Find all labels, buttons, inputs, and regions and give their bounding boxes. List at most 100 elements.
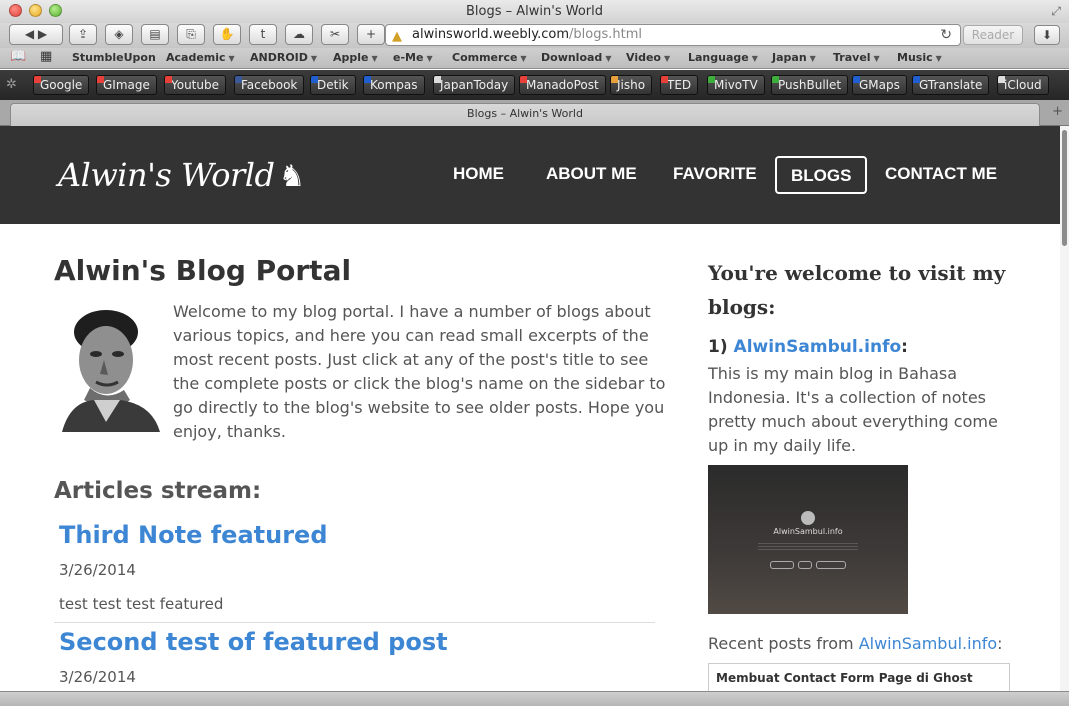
fullscreen-icon[interactable]: ⤢ xyxy=(1051,4,1061,19)
new-tab-plus-icon[interactable]: + xyxy=(357,24,385,45)
thumbnail-social-icons xyxy=(816,561,846,569)
top-sites-icon[interactable]: ▦ xyxy=(40,49,52,64)
extension-bar: ✲ Google GImage Youtube Facebook Detik K… xyxy=(0,70,1069,100)
ext-youtube[interactable]: Youtube xyxy=(164,75,226,95)
extension-icon-4[interactable]: ✋ xyxy=(213,24,241,45)
bookmark-e-me[interactable]: e-Me ▼ xyxy=(393,51,433,64)
bookmark-stumbleupon[interactable]: StumbleUpon xyxy=(72,51,156,64)
chevron-down-icon: ▼ xyxy=(873,54,880,63)
recent-blog-link[interactable]: AlwinSambul.info xyxy=(859,634,997,653)
intro-paragraph: Welcome to my blog portal. I have a numb… xyxy=(173,302,666,441)
post-title-link[interactable]: Third Note featured xyxy=(59,521,328,549)
thumbnail-text-lines xyxy=(758,543,858,551)
bookmark-label: ANDROID xyxy=(250,51,308,64)
ext-google[interactable]: Google xyxy=(33,75,90,95)
recent-prefix: Recent posts from xyxy=(708,634,854,653)
nav-blogs[interactable]: BLOGS xyxy=(775,156,868,194)
ext-facebook[interactable]: Facebook xyxy=(234,75,305,95)
new-tab-plus-icon[interactable]: + xyxy=(1052,104,1063,119)
tumblr-icon[interactable]: t xyxy=(249,24,277,45)
bookmark-download[interactable]: Download ▼ xyxy=(541,51,611,64)
bookmark-music[interactable]: Music ▼ xyxy=(897,51,942,64)
bookmark-label: Travel xyxy=(833,51,871,64)
logo-figure-icon: ♞ xyxy=(278,159,305,194)
url-path: /blogs.html xyxy=(569,27,642,42)
post-date: 3/26/2014 xyxy=(59,668,136,686)
bookmark-label: Download xyxy=(541,51,603,64)
ext-icloud[interactable]: iCloud xyxy=(997,75,1049,95)
bookmark-apple[interactable]: Apple ▼ xyxy=(333,51,378,64)
nav-home[interactable]: HOME xyxy=(439,156,518,194)
nav-contact-me[interactable]: CONTACT ME xyxy=(871,156,1011,194)
downloads-icon[interactable]: ⬇ xyxy=(1034,25,1060,45)
bookmark-commerce[interactable]: Commerce ▼ xyxy=(452,51,527,64)
thumbnail-title: AlwinSambul.info xyxy=(773,527,843,536)
chevron-down-icon: ▼ xyxy=(935,54,942,63)
chevron-down-icon: ▼ xyxy=(371,54,378,63)
post-excerpt: test test test featured xyxy=(59,595,224,613)
reload-icon[interactable]: ↻ xyxy=(940,25,952,45)
sidebar-heading: You're welcome to visit my blogs: xyxy=(708,261,1006,319)
bookmark-academic[interactable]: Academic ▼ xyxy=(166,51,235,64)
nav-about-me[interactable]: ABOUT ME xyxy=(532,156,651,194)
site-favicon-icon: ▲ xyxy=(392,29,402,44)
chevron-down-icon: ▼ xyxy=(809,54,816,63)
chevron-down-icon: ▼ xyxy=(426,54,433,63)
gear-icon[interactable]: ✲ xyxy=(6,77,17,92)
chevron-down-icon: ▼ xyxy=(228,54,235,63)
extension-icon-1[interactable]: ◈ xyxy=(105,24,133,45)
share-icon[interactable]: ⇪ xyxy=(69,24,97,45)
extension-icon-3[interactable]: ⎘ xyxy=(177,24,205,45)
scissors-icon[interactable]: ✂ xyxy=(321,24,349,45)
site-logo[interactable]: Alwin's World ♞ xyxy=(58,156,305,194)
nav-favorite[interactable]: FAVORITE xyxy=(659,156,771,194)
ext-ted[interactable]: TED xyxy=(660,75,699,95)
bookmark-language[interactable]: Language ▼ xyxy=(688,51,758,64)
title-bar: Blogs – Alwin's World ⤢ xyxy=(0,0,1069,23)
ext-gtranslate[interactable]: GTranslate xyxy=(912,75,990,95)
bookmark-japan[interactable]: Japan ▼ xyxy=(772,51,816,64)
chevron-down-icon: ▼ xyxy=(663,54,671,63)
thumbnail-avatar xyxy=(801,511,815,525)
post-date: 3/26/2014 xyxy=(59,561,136,579)
bookmark-label: Language xyxy=(688,51,749,64)
post-title-link[interactable]: Second test of featured post xyxy=(59,628,448,656)
ext-kompas[interactable]: Kompas xyxy=(363,75,425,95)
blog-description: This is my main blog in Bahasa Indonesia… xyxy=(708,364,998,455)
tab-blogs[interactable]: Blogs – Alwin's World xyxy=(10,103,1040,126)
ext-gmaps[interactable]: GMaps xyxy=(852,75,907,95)
page-title: Alwin's Blog Portal xyxy=(54,254,352,287)
bookmark-android[interactable]: ANDROID ▼ xyxy=(250,51,317,64)
ext-japantoday[interactable]: JapanToday xyxy=(433,75,516,95)
recent-posts-label: Recent posts from AlwinSambul.info: xyxy=(708,634,1003,653)
bookmark-travel[interactable]: Travel ▼ xyxy=(833,51,880,64)
thumbnail-button xyxy=(770,561,794,569)
address-bar[interactable]: ▲ alwinsworld.weebly.com/blogs.html ↻ xyxy=(385,24,961,46)
tab-strip: Blogs – Alwin's World + xyxy=(0,100,1069,126)
bookmark-label: Academic xyxy=(166,51,226,64)
item-number: 1) xyxy=(708,337,728,357)
extension-icon-2[interactable]: ▤ xyxy=(141,24,169,45)
bookmark-video[interactable]: Video ▼ xyxy=(626,51,670,64)
bookmark-label: Video xyxy=(626,51,661,64)
extension-icon-5[interactable]: ☁ xyxy=(285,24,313,45)
site-header: Alwin's World ♞ HOME ABOUT ME FAVORITE BL… xyxy=(0,126,1060,224)
blog-link[interactable]: AlwinSambul.info xyxy=(734,337,902,357)
chevron-down-icon: ▼ xyxy=(310,54,318,63)
blog-screenshot-thumbnail[interactable]: AlwinSambul.info xyxy=(708,465,908,614)
bookmark-label: Japan xyxy=(772,51,807,64)
ext-jisho[interactable]: Jisho xyxy=(610,75,653,95)
ext-pushbullet[interactable]: PushBullet xyxy=(771,75,849,95)
reading-list-icon[interactable]: 📖 xyxy=(10,49,26,64)
recent-post-item[interactable]: Membuat Contact Form Page di Ghost xyxy=(708,663,1010,691)
recent-suffix: : xyxy=(997,634,1003,653)
ext-detik[interactable]: Detik xyxy=(310,75,356,95)
back-forward-buttons[interactable]: ◀ ▶ xyxy=(9,24,63,45)
scrollbar-thumb[interactable] xyxy=(1062,130,1067,246)
reader-button[interactable]: Reader xyxy=(963,25,1023,45)
ext-gimage[interactable]: GImage xyxy=(96,75,157,95)
ext-manadopost[interactable]: ManadoPost xyxy=(519,75,606,95)
thumbnail-button xyxy=(798,561,812,569)
ext-mivotv[interactable]: MivoTV xyxy=(707,75,765,95)
bookmark-label: Music xyxy=(897,51,933,64)
